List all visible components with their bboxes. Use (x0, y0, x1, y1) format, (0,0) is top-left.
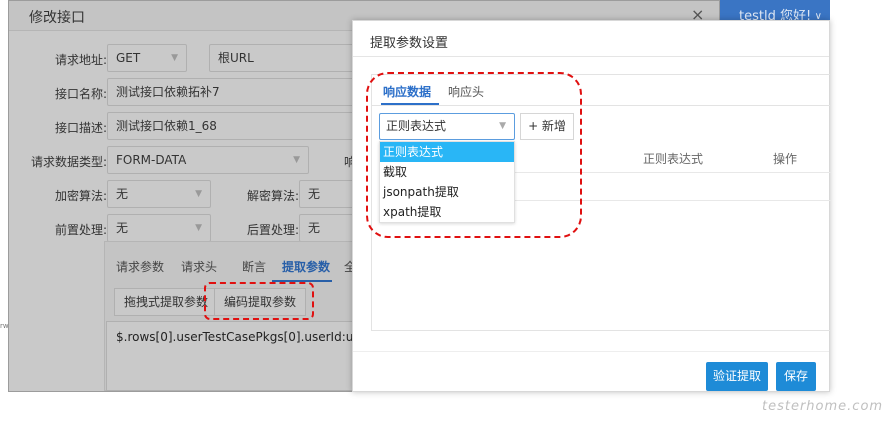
request-url-label: 请求地址: (54, 53, 107, 67)
name-input[interactable]: 测试接口依赖拓补7 (107, 78, 369, 106)
watermark: testerhome.com (762, 399, 884, 414)
edge-fragment: rw (0, 322, 9, 330)
verify-extract-button[interactable]: 验证提取 (706, 362, 768, 391)
code-text: $.rows[0].userTestCasePkgs[0].userId:use… (116, 330, 389, 344)
chevron-down-icon: ▼ (171, 53, 178, 63)
data-type-label: 请求数据类型: (30, 155, 107, 169)
post-process-label: 后置处理: (246, 223, 299, 237)
modal-title: 提取参数设置 (370, 36, 449, 51)
footer-divider (353, 351, 829, 352)
desc-label: 接口描述: (54, 121, 107, 135)
dialog-title: 修改接口 (29, 10, 85, 26)
encrypt-select[interactable]: 无 ▼ (107, 180, 211, 208)
decrypt-value: 无 (308, 187, 321, 201)
decrypt-label: 解密算法: (246, 189, 299, 203)
chevron-down-icon: ▼ (195, 223, 202, 233)
annotation-highlight (204, 282, 314, 320)
tab-request-params[interactable]: 请求参数 (116, 258, 164, 275)
method-select[interactable]: GET ▼ (107, 44, 187, 72)
tab-request-headers[interactable]: 请求头 (181, 258, 217, 275)
data-type-select[interactable]: FORM-DATA ▼ (107, 146, 309, 174)
name-label: 接口名称: (54, 87, 107, 101)
pre-process-value: 无 (116, 221, 129, 235)
method-value: GET (116, 51, 141, 65)
encrypt-label: 加密算法: (54, 189, 107, 203)
save-button[interactable]: 保存 (776, 362, 816, 391)
column-header-regex: 正则表达式 (643, 152, 704, 166)
tab-extract-params[interactable]: 提取参数 (282, 258, 330, 275)
pre-process-label: 前置处理: (54, 223, 107, 237)
pre-process-select[interactable]: 无 ▼ (107, 214, 211, 242)
chevron-down-icon: ▼ (293, 155, 300, 165)
annotation-highlight (366, 72, 582, 238)
base-url-value: 根URL (218, 51, 254, 65)
column-header-action: 操作 (773, 152, 798, 166)
chevron-down-icon: ▼ (195, 189, 202, 199)
post-process-value: 无 (308, 221, 321, 235)
drag-extract-button[interactable]: 拖拽式提取参数 (114, 288, 219, 316)
encrypt-value: 无 (116, 187, 129, 201)
desc-input[interactable]: 测试接口依赖1_68 (107, 112, 369, 140)
base-url-select[interactable]: 根URL (209, 44, 369, 72)
tab-assertions[interactable]: 断言 (242, 258, 266, 275)
data-type-value: FORM-DATA (116, 153, 187, 167)
